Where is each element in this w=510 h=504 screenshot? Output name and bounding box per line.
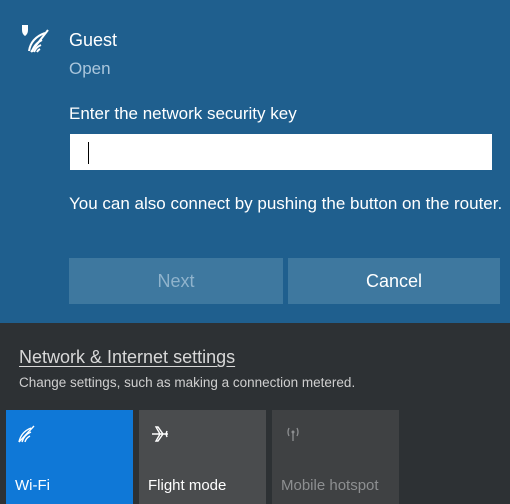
text-caret	[88, 142, 89, 164]
quick-action-label: Wi-Fi	[15, 477, 50, 494]
network-settings-link[interactable]: Network & Internet settings	[19, 347, 235, 368]
wps-hint: You can also connect by pushing the butt…	[69, 194, 503, 213]
hotspot-icon	[287, 427, 299, 441]
network-flyout: Guest Open Enter the network security ke…	[0, 0, 510, 504]
network-connect-panel: Guest Open Enter the network security ke…	[0, 0, 510, 323]
quick-action-wifi[interactable]: Wi-Fi	[6, 410, 133, 504]
network-name: Guest	[69, 30, 118, 50]
quick-action-label: Flight mode	[148, 477, 227, 494]
airplane-icon	[152, 426, 168, 442]
quick-action-label: Mobile hotspot	[281, 477, 379, 494]
quick-action-flight-mode[interactable]: Flight mode	[139, 410, 266, 504]
security-key-input[interactable]	[70, 134, 492, 170]
cancel-button[interactable]: Cancel	[288, 258, 500, 304]
quick-action-mobile-hotspot[interactable]: Mobile hotspot	[272, 410, 399, 504]
network-settings-description: Change settings, such as making a connec…	[19, 375, 356, 390]
next-button[interactable]: Next	[69, 258, 283, 304]
security-key-prompt: Enter the network security key	[69, 104, 297, 123]
wifi-secured-icon	[22, 25, 49, 53]
wifi-icon	[18, 425, 35, 443]
network-status: Open	[69, 59, 111, 78]
